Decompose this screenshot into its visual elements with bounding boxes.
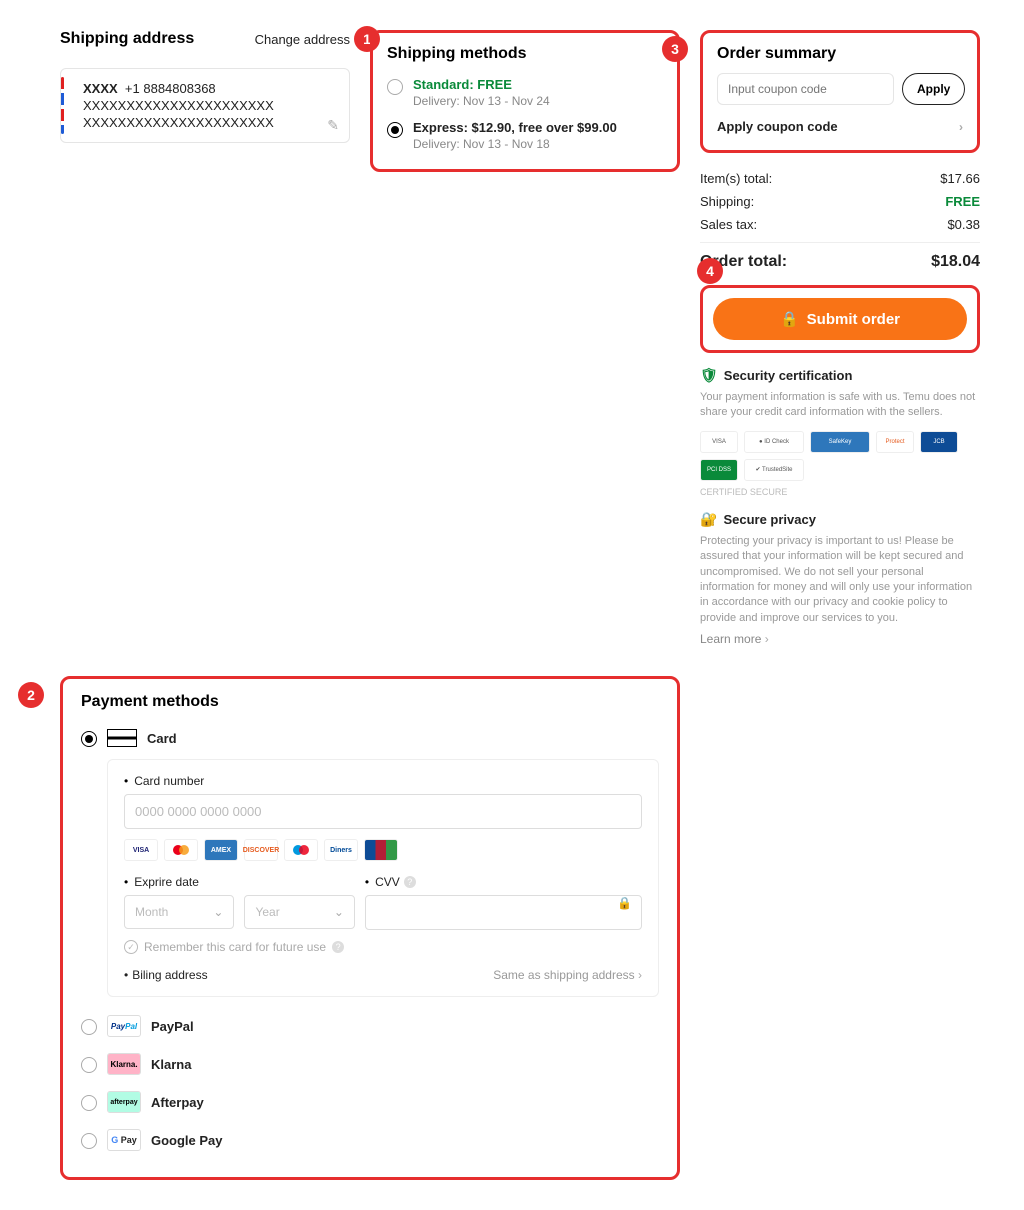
apply-coupon-button[interactable]: Apply bbox=[902, 73, 965, 105]
shipping-express-label: Express: $12.90, free over $99.00 bbox=[413, 120, 617, 135]
chevron-right-icon: › bbox=[638, 968, 642, 982]
payment-option-afterpay[interactable]: afterpay Afterpay bbox=[81, 1083, 659, 1121]
address-name-phone: XXXX +1 8884808368 bbox=[83, 81, 335, 96]
jcb-secure-logo: JCB bbox=[920, 431, 958, 453]
visa-logo: VISA bbox=[124, 839, 158, 861]
edit-address-icon[interactable]: ✎ bbox=[327, 117, 339, 134]
card-number-label: Card number bbox=[124, 774, 642, 788]
radio-selected-icon[interactable] bbox=[387, 122, 403, 138]
check-circle-icon: ✓ bbox=[124, 940, 138, 954]
annotation-badge-4: 4 bbox=[697, 258, 723, 284]
amex-logo: AMEX bbox=[204, 839, 238, 861]
change-address-link[interactable]: Change address bbox=[255, 32, 350, 47]
remember-help-icon[interactable]: ? bbox=[332, 941, 344, 953]
afterpay-logo: afterpay bbox=[107, 1091, 141, 1113]
mastercard-logo bbox=[164, 839, 198, 861]
mc-idcheck-logo: ● ID Check bbox=[744, 431, 804, 453]
apply-coupon-code-link[interactable]: Apply coupon code› bbox=[717, 115, 963, 138]
summary-items: Item(s) total:$17.66 bbox=[700, 167, 980, 190]
radio-icon[interactable] bbox=[81, 1133, 97, 1149]
payment-methods-title: Payment methods bbox=[81, 693, 659, 711]
coupon-input[interactable] bbox=[717, 73, 894, 105]
expire-date-label: Exprire date bbox=[124, 875, 355, 889]
address-line-1: XXXXXXXXXXXXXXXXXXXXXX bbox=[83, 98, 335, 113]
jcb-logo: JCB bbox=[364, 839, 398, 861]
billing-address-row[interactable]: •Biling address Same as shipping address… bbox=[124, 968, 642, 982]
cvv-help-icon[interactable]: ? bbox=[404, 876, 416, 888]
cvv-input[interactable] bbox=[365, 895, 642, 930]
trustedsite-logo: ✔ TrustedSite bbox=[744, 459, 804, 481]
security-logos: VISA ● ID Check SafeKey Protect JCB PCI … bbox=[700, 431, 980, 481]
shipping-express-delivery: Delivery: Nov 13 - Nov 18 bbox=[413, 137, 617, 151]
radio-icon[interactable] bbox=[81, 1057, 97, 1073]
payment-option-klarna[interactable]: Klarna. Klarna bbox=[81, 1045, 659, 1083]
pci-dss-logo: PCI DSS bbox=[700, 459, 738, 481]
payment-option-card[interactable]: Card bbox=[81, 721, 659, 755]
diners-logo: Diners bbox=[324, 839, 358, 861]
radio-icon[interactable] bbox=[81, 1095, 97, 1111]
shipping-address-title: Shipping address bbox=[60, 30, 194, 48]
shipping-methods-section: Shipping methods Standard: FREE Delivery… bbox=[370, 30, 680, 172]
discover-protectbuy-logo: Protect bbox=[876, 431, 914, 453]
radio-icon[interactable] bbox=[387, 79, 403, 95]
chevron-right-icon: › bbox=[765, 632, 769, 646]
radio-icon[interactable] bbox=[81, 1019, 97, 1035]
payment-option-gpay[interactable]: G Pay Google Pay bbox=[81, 1121, 659, 1159]
chevron-down-icon: ⌄ bbox=[334, 905, 344, 919]
paypal-logo: PayPal bbox=[107, 1015, 141, 1037]
shipping-methods-title: Shipping methods bbox=[387, 45, 663, 63]
submit-order-wrap: 4 🔒Submit order bbox=[700, 285, 980, 353]
card-brand-logos: VISA AMEX DISCOVER Diners JCB bbox=[124, 839, 642, 861]
remember-card-toggle[interactable]: ✓Remember this card for future use ? bbox=[124, 940, 642, 954]
cvv-label: CVV ? bbox=[365, 875, 642, 889]
amex-safekey-logo: SafeKey bbox=[810, 431, 870, 453]
summary-total: Order total:$18.04 bbox=[700, 242, 980, 271]
shield-check-icon: 🛡 bbox=[700, 367, 718, 384]
payment-methods-section: 2 Payment methods Card Card number VISA … bbox=[60, 676, 680, 1180]
shipping-standard-option[interactable]: Standard: FREE Delivery: Nov 13 - Nov 24 bbox=[387, 71, 663, 114]
lock-icon: 🔒 bbox=[617, 896, 632, 910]
annotation-badge-3: 3 bbox=[662, 36, 688, 62]
submit-order-button[interactable]: 🔒Submit order bbox=[713, 298, 967, 340]
payment-option-paypal[interactable]: PayPal PayPal bbox=[81, 1007, 659, 1045]
security-certification: 🛡Security certification Your payment inf… bbox=[700, 367, 980, 497]
address-line-2: XXXXXXXXXXXXXXXXXXXXXX bbox=[83, 115, 335, 130]
shipping-express-option[interactable]: Express: $12.90, free over $99.00 Delive… bbox=[387, 114, 663, 157]
klarna-logo: Klarna. bbox=[107, 1053, 141, 1075]
expire-year-select[interactable]: Year⌄ bbox=[244, 895, 354, 929]
annotation-badge-2: 2 bbox=[18, 682, 44, 708]
order-summary-title: Order summary bbox=[717, 45, 963, 63]
maestro-logo bbox=[284, 839, 318, 861]
chevron-down-icon: ⌄ bbox=[213, 905, 223, 919]
chevron-right-icon: › bbox=[959, 120, 963, 134]
lock-icon: 🔒 bbox=[780, 310, 799, 328]
radio-selected-icon[interactable] bbox=[81, 731, 97, 747]
shipping-address-section: Shipping address Change address XXXX +1 … bbox=[60, 30, 350, 143]
expire-month-select[interactable]: Month⌄ bbox=[124, 895, 234, 929]
lock-shield-icon: 🔐 bbox=[700, 511, 717, 528]
shipping-standard-delivery: Delivery: Nov 13 - Nov 24 bbox=[413, 94, 550, 108]
shipping-standard-label: Standard: FREE bbox=[413, 77, 550, 92]
address-card[interactable]: XXXX +1 8884808368 XXXXXXXXXXXXXXXXXXXXX… bbox=[60, 68, 350, 143]
google-pay-logo: G Pay bbox=[107, 1129, 141, 1151]
discover-logo: DISCOVER bbox=[244, 839, 278, 861]
visa-secure-logo: VISA bbox=[700, 431, 738, 453]
summary-tax: Sales tax:$0.38 bbox=[700, 213, 980, 236]
order-summary-section: 3 Order summary Apply Apply coupon code›… bbox=[700, 30, 980, 646]
secure-privacy: 🔐Secure privacy Protecting your privacy … bbox=[700, 511, 980, 646]
card-icon bbox=[107, 729, 137, 747]
certified-secure-text: CERTIFIED SECURE bbox=[700, 487, 980, 497]
card-number-input[interactable] bbox=[124, 794, 642, 829]
summary-shipping: Shipping:FREE bbox=[700, 190, 980, 213]
learn-more-link[interactable]: Learn more › bbox=[700, 632, 980, 646]
card-form: Card number VISA AMEX DISCOVER Diners JC… bbox=[107, 759, 659, 997]
